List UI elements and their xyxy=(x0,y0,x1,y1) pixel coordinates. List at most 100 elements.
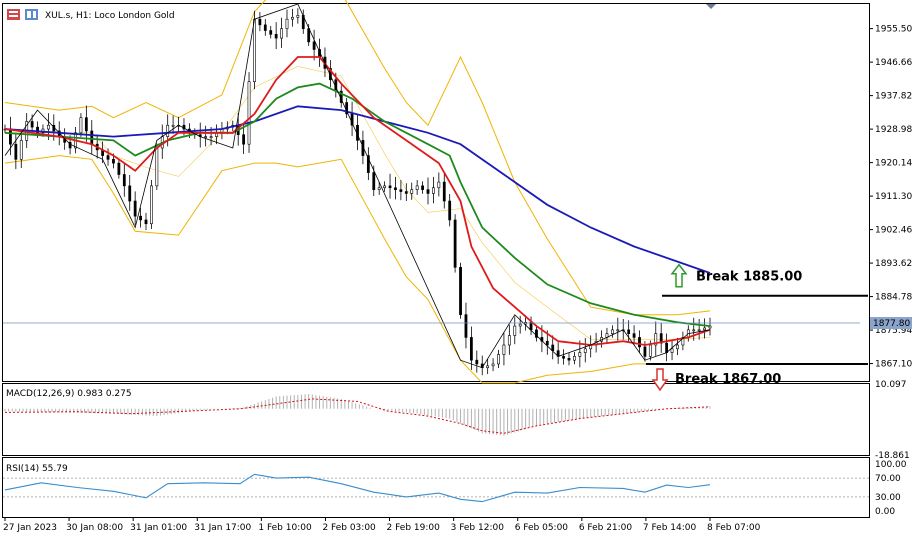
time-axis-label: 2 Feb 03:00 xyxy=(322,523,376,533)
macd-axis-label: 10.097 xyxy=(875,380,907,390)
time-axis-label: 31 Jan 17:00 xyxy=(194,523,251,533)
current-price-value: 1877.80 xyxy=(873,319,910,329)
candle-body xyxy=(14,143,18,160)
candle-body xyxy=(404,191,408,194)
candle-body xyxy=(616,329,620,332)
price-axis-label: 1902.46 xyxy=(875,226,912,236)
candle-body xyxy=(410,189,414,194)
candle-body xyxy=(133,200,137,217)
chart-window-icon[interactable] xyxy=(25,9,38,20)
rsi-axis-label: 0.00 xyxy=(875,507,895,517)
price-axis-label: 1928.98 xyxy=(875,125,912,135)
candle-body xyxy=(117,162,121,175)
candle-body xyxy=(643,346,647,357)
time-axis-label: 2 Feb 19:00 xyxy=(387,523,441,533)
candle-body xyxy=(545,340,549,346)
candle-body xyxy=(263,24,267,31)
candle-body xyxy=(112,159,115,164)
candle-body xyxy=(475,359,479,365)
candle-body xyxy=(627,329,631,334)
candle-body xyxy=(144,219,148,225)
candle-body xyxy=(421,185,424,190)
price-axis-label: 1955.50 xyxy=(875,25,912,35)
candle-body xyxy=(459,267,462,315)
candle-body xyxy=(648,344,652,357)
time-axis-label: 27 Jan 2023 xyxy=(3,523,57,533)
candle-body xyxy=(676,344,679,350)
break-up-label: Break 1885.00 xyxy=(696,270,802,285)
time-axis-label: 7 Feb 14:00 xyxy=(643,523,697,533)
candle-body xyxy=(670,348,674,353)
candle-body xyxy=(502,344,506,355)
price-axis-label: 1893.62 xyxy=(875,259,912,269)
candle-body xyxy=(610,329,614,334)
candle-body xyxy=(128,185,132,202)
candle-body xyxy=(9,128,12,145)
candle-body xyxy=(448,200,452,221)
price-panel[interactable] xyxy=(2,3,870,382)
candle-body xyxy=(491,363,495,367)
candle-body xyxy=(377,187,381,190)
candle-body xyxy=(171,124,175,127)
rsi-label: RSI(14) 55.79 xyxy=(6,464,68,474)
candle-body xyxy=(394,187,397,190)
candle-body xyxy=(79,117,83,134)
time-axis-label: 30 Jan 08:00 xyxy=(66,523,123,533)
candle-body xyxy=(46,124,50,130)
candle-body xyxy=(209,136,213,138)
candle-body xyxy=(388,185,392,189)
candle-body xyxy=(567,357,571,361)
candle-body xyxy=(122,174,126,187)
candle-body xyxy=(632,333,636,338)
candle-body xyxy=(437,181,441,189)
price-axis-label: 1911.30 xyxy=(875,192,912,202)
candle-body xyxy=(469,337,473,361)
rsi-axis-label: 100.00 xyxy=(875,460,907,470)
time-axis-label: 8 Feb 07:00 xyxy=(707,523,761,533)
candle-body xyxy=(464,314,468,338)
candle-body xyxy=(697,329,701,332)
candle-body xyxy=(703,327,706,331)
candle-body xyxy=(665,342,669,353)
candle-body xyxy=(497,354,500,365)
candle-body xyxy=(285,18,289,29)
time-axis-label: 1 Feb 10:00 xyxy=(258,523,312,533)
candle-body xyxy=(291,16,294,20)
candle-body xyxy=(155,147,159,187)
candle-body xyxy=(253,18,256,82)
price-axis-label: 1867.10 xyxy=(875,360,912,370)
candle-body xyxy=(90,130,94,145)
candle-body xyxy=(453,219,457,268)
candle-body xyxy=(383,185,387,189)
candle-body xyxy=(312,41,316,50)
candle-body xyxy=(583,348,587,353)
candle-body xyxy=(551,344,555,351)
candle-body xyxy=(247,81,251,145)
candle-body xyxy=(106,155,110,160)
rsi-panel[interactable] xyxy=(2,457,870,518)
candle-body xyxy=(372,172,376,190)
candle-body xyxy=(258,18,262,26)
macd-panel[interactable] xyxy=(2,383,870,456)
candle-body xyxy=(307,28,311,43)
candle-body xyxy=(426,189,430,194)
time-axis-label: 6 Feb 21:00 xyxy=(579,523,633,533)
break-down-label: Break 1867.00 xyxy=(675,372,781,387)
rsi-axis-label: 30.00 xyxy=(875,493,901,503)
time-axis-label: 6 Feb 05:00 xyxy=(515,523,569,533)
candle-body xyxy=(573,356,576,361)
candle-body xyxy=(638,337,641,348)
candle-body xyxy=(280,28,283,39)
candle-body xyxy=(399,189,403,192)
macd-label: MACD(12,26,9) 0.983 0.275 xyxy=(6,389,132,399)
candle-body xyxy=(274,34,278,39)
candle-body xyxy=(19,140,23,160)
price-axis-label: 1946.66 xyxy=(875,58,912,68)
rsi-axis-label: 70.00 xyxy=(875,474,901,484)
chart-area[interactable]: XUL.s, H1: Loco London Gold Break 1885.0… xyxy=(0,0,915,541)
symbol-list-icon[interactable] xyxy=(7,9,20,20)
symbol-title: XUL.s, H1: Loco London Gold xyxy=(45,11,175,21)
candle-body xyxy=(296,15,300,18)
candle-body xyxy=(150,185,153,225)
candle-body xyxy=(415,185,419,190)
